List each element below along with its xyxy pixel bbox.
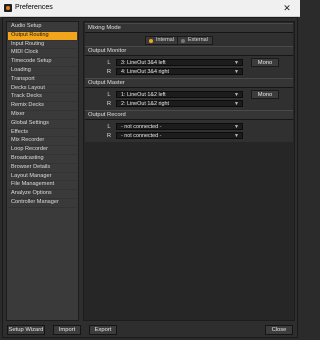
sidebar-item[interactable]: Output Routing [8, 31, 77, 41]
sidebar-item[interactable]: Controller Manager [8, 199, 77, 208]
chevron-down-icon: ▼ [234, 60, 239, 66]
master-right-value: 2: LineOut 1&2 right [121, 101, 169, 107]
external-radio[interactable]: External [177, 36, 213, 45]
sidebar-item[interactable]: Timecode Setup [8, 58, 77, 67]
output-record-section: Output Record L - not connected - ▼ R - … [85, 110, 293, 142]
master-right-select[interactable]: 2: LineOut 1&2 right ▼ [116, 100, 243, 107]
record-left-value: - not connected - [121, 124, 162, 130]
external-label: External [188, 37, 208, 43]
sidebar-item[interactable]: Loop Recorder [8, 146, 77, 155]
chevron-down-icon: ▼ [234, 69, 239, 75]
import-button[interactable]: Import [53, 325, 81, 335]
sidebar-item[interactable]: Decks Layout [8, 85, 77, 94]
mixing-mode-section: Mixing Mode Internal External [85, 23, 293, 46]
monitor-right-value: 4: LineOut 3&4 right [121, 69, 169, 75]
internal-label: Internal [156, 37, 174, 43]
main-panel: Mixing Mode Internal External Output Mon… [83, 21, 295, 321]
channel-left-label: L [107, 92, 111, 98]
radio-indicator [149, 38, 153, 43]
sidebar-item[interactable]: MIDI Clock [8, 49, 77, 59]
internal-radio[interactable]: Internal [145, 36, 179, 45]
close-button[interactable]: Close [265, 325, 293, 335]
title-bar: Preferences ✕ [0, 0, 300, 17]
channel-left-label: L [107, 124, 111, 130]
sidebar-item[interactable]: Analyze Options [8, 190, 77, 199]
record-right-row: R - not connected - ▼ [85, 132, 293, 140]
preferences-frame: Audio Setup Output Routing Input Routing MI… [2, 17, 298, 338]
channel-right-label: R [106, 69, 112, 75]
app-icon [4, 4, 12, 12]
output-monitor-section: Output Monitor L 3: LineOut 3&4 left ▼ R… [85, 46, 293, 78]
sidebar-item[interactable]: Mixer [8, 111, 77, 120]
section-title: Output Master [85, 78, 293, 88]
sidebar-item[interactable]: Global Settings [8, 120, 77, 129]
master-mono-button[interactable]: Mono [251, 90, 279, 99]
output-master-section: Output Master L 1: LineOut 1&2 left ▼ R … [85, 78, 293, 110]
monitor-right-row: R 4: LineOut 3&4 right ▼ [85, 68, 293, 76]
sidebar-item[interactable]: Loading [8, 67, 77, 76]
channel-right-label: R [106, 101, 112, 107]
radio-indicator [181, 38, 185, 43]
chevron-down-icon: ▼ [234, 124, 239, 130]
sidebar-item[interactable]: Transport [8, 76, 77, 85]
sidebar-item[interactable]: Mix Recorder [8, 137, 77, 147]
close-icon[interactable]: ✕ [274, 0, 300, 16]
record-left-select[interactable]: - not connected - ▼ [116, 123, 243, 130]
sidebar-item[interactable]: Audio Setup [8, 23, 77, 32]
record-left-row: L - not connected - ▼ [85, 123, 293, 131]
sidebar-item[interactable]: Broadcasting [8, 155, 77, 164]
sidebar-item[interactable]: Track Decks [8, 93, 77, 103]
sidebar-item[interactable]: Input Routing [8, 41, 77, 50]
channel-right-label: R [106, 133, 112, 139]
chevron-down-icon: ▼ [234, 133, 239, 139]
chevron-down-icon: ▼ [234, 92, 239, 98]
sidebar-item[interactable]: File Management [8, 181, 77, 191]
record-right-value: - not connected - [121, 133, 162, 139]
record-right-select[interactable]: - not connected - ▼ [116, 132, 243, 139]
sidebar: Audio Setup Output Routing Input Routing MI… [6, 21, 79, 321]
master-right-row: R 2: LineOut 1&2 right ▼ [85, 100, 293, 108]
master-left-select[interactable]: 1: LineOut 1&2 left ▼ [116, 91, 243, 98]
master-left-value: 1: LineOut 1&2 left [121, 92, 166, 98]
monitor-right-select[interactable]: 4: LineOut 3&4 right ▼ [116, 68, 243, 75]
setup-wizard-button[interactable]: Setup Wizard [7, 325, 45, 335]
monitor-left-select[interactable]: 3: LineOut 3&4 left ▼ [116, 59, 243, 66]
section-title: Mixing Mode [85, 23, 293, 33]
sidebar-item[interactable]: Layout Manager [8, 173, 77, 182]
sidebar-item[interactable]: Remix Decks [8, 102, 77, 111]
window-title: Preferences [15, 4, 53, 11]
channel-left-label: L [107, 60, 111, 66]
monitor-left-value: 3: LineOut 3&4 left [121, 60, 166, 66]
section-title: Output Monitor [85, 46, 293, 56]
sidebar-item[interactable]: Browser Details [8, 164, 77, 173]
section-title: Output Record [85, 110, 293, 120]
sidebar-item[interactable]: Effects [8, 129, 77, 138]
monitor-mono-button[interactable]: Mono [251, 58, 279, 67]
export-button[interactable]: Export [89, 325, 117, 335]
chevron-down-icon: ▼ [234, 101, 239, 107]
